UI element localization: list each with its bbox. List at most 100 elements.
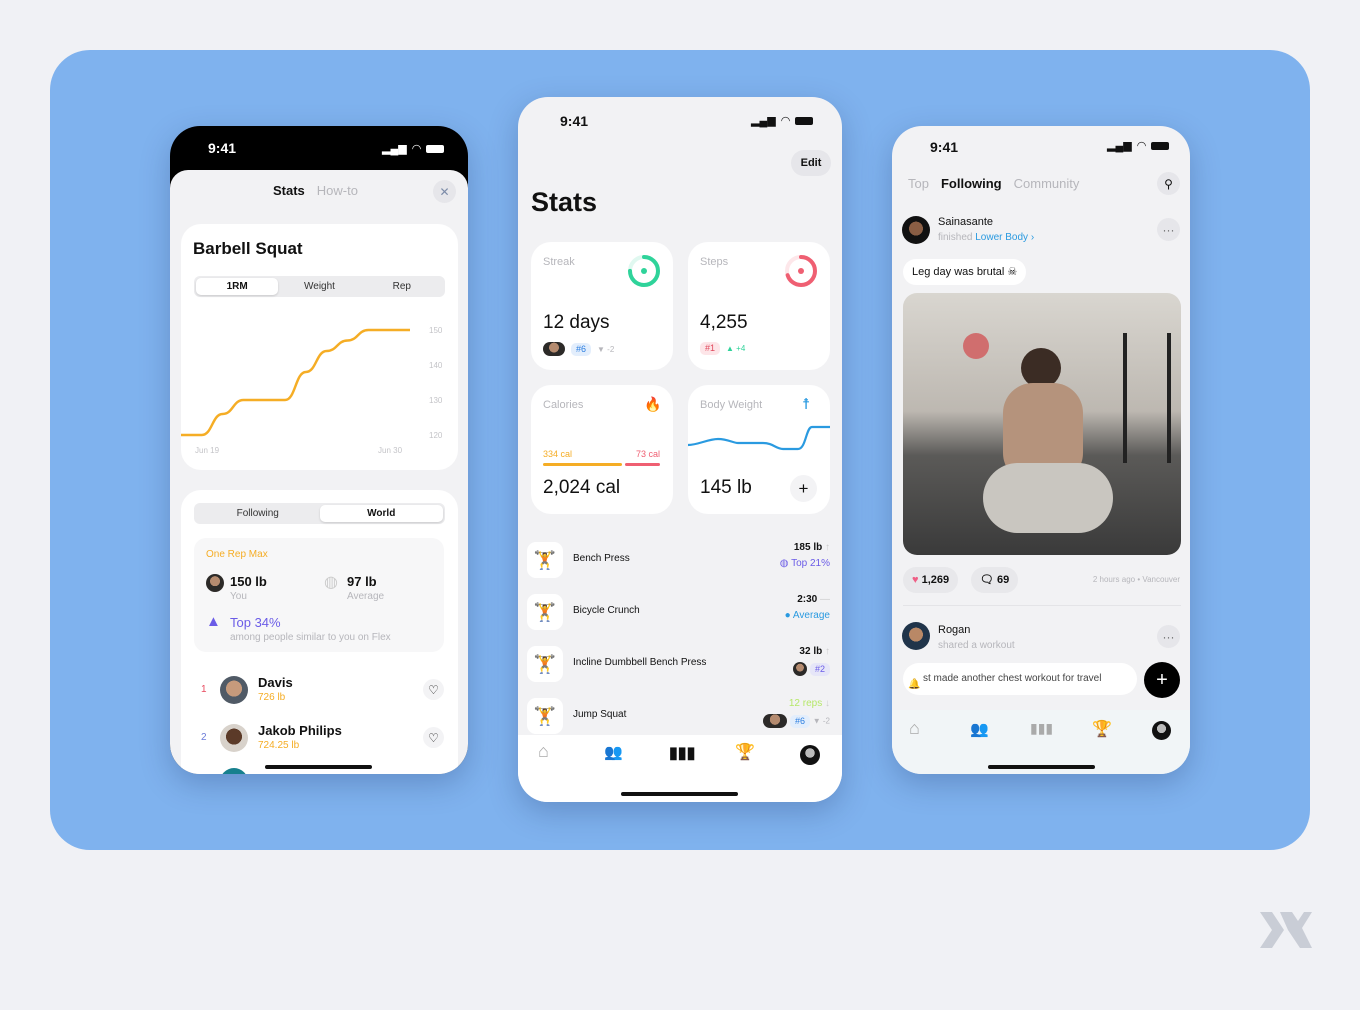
exercise-value: 12 reps [788,698,823,709]
person-icon: ☨ [802,396,811,413]
steps-card[interactable]: Steps 4,255 #1 ▲ +4 [688,242,830,370]
exercise-list: 🏋 Bench Press 185 lb ↑ ◍ Top 21% 🏋 Bicycl… [518,534,842,744]
like-button[interactable]: ♡ [423,679,444,700]
exercise-thumbnail: 🏋 [527,646,563,682]
page-title: Stats [531,187,598,217]
segment-1rm[interactable]: 1RM [196,278,279,295]
post-author-name[interactable]: Rogan [938,624,970,636]
more-icon: ··· [1162,222,1175,237]
friend-avatar [793,662,808,676]
tab-profile[interactable] [1152,721,1171,740]
globe-icon: ◍ [779,558,789,569]
tab-how-to[interactable]: How-to [317,183,358,198]
calories-value: 2,024 cal [543,477,621,498]
comment-icon: 🗨 [980,574,994,586]
body-weight-sparkline [688,425,830,451]
post-verb: shared a workout [938,640,1015,651]
leader-row[interactable]: 1 Davis 726 lb ♡ [181,672,458,712]
segment-weight[interactable]: Weight [278,278,360,295]
notification-bell-icon[interactable]: 🔔 [908,679,920,690]
segment-world[interactable]: World [319,505,443,522]
tab-trophy[interactable]: 🏆 [735,742,755,762]
more-button[interactable]: ··· [1157,625,1180,648]
flame-icon: 🔥 [644,396,662,412]
post-photo[interactable] [903,293,1181,555]
home-indicator [621,792,738,796]
workout-link[interactable]: Lower Body › [975,232,1034,243]
leader-value: 724.25 lb [258,740,300,751]
heart-icon: ♥ [912,574,919,586]
segment-rep[interactable]: Rep [361,278,443,295]
body-weight-value: 145 lb [700,477,752,498]
y-tick-label: 140 [429,361,443,370]
exercise-row[interactable]: 🏋 Bench Press 185 lb ↑ ◍ Top 21% [518,534,842,586]
trend-icon: — [820,594,830,605]
post-author-avatar[interactable] [902,216,930,244]
exercise-name: Bicycle Crunch [573,605,640,616]
average-label: Average [347,591,385,602]
leader-avatar [220,724,248,752]
steps-ring-icon [785,255,817,287]
calories-card[interactable]: Calories 🔥 334 cal 73 cal 2,024 cal [531,385,673,514]
post-author-avatar[interactable] [902,622,930,650]
exercise-thumbnail: 🏋 [527,698,563,734]
calories-consumed-bar [543,463,622,466]
tab-community[interactable]: Community [1014,176,1080,191]
exercise-row[interactable]: 🏋 Bicycle Crunch 2:30 — ● Average [518,586,842,638]
one-rep-max-line [181,328,410,437]
calories-burned: 73 cal [635,449,660,459]
close-button[interactable]: ✕ [433,180,456,203]
wifi-icon: ◠ [780,115,791,127]
leaderboard-scope-control: Following World [194,503,445,524]
tab-stats[interactable]: ▮▮▮ [669,743,695,763]
exercise-name: Incline Dumbbell Bench Press [573,657,707,668]
streak-card[interactable]: Streak 12 days #6 ▼ -2 [531,242,673,370]
tab-trophy[interactable]: 🏆 [1092,719,1112,739]
feed-phone: 9:41 ▂▄▆ ◠ Top Following Community ⚲ Sain… [892,126,1190,774]
edit-button[interactable]: Edit [791,150,831,176]
calories-label: Calories [543,399,584,411]
status-time: 9:41 [208,140,237,156]
like-count-button[interactable]: ♥ 1,269 [903,567,959,593]
post-meta: 2 hours ago • Vancouver [1092,575,1180,584]
user-avatar [206,574,224,592]
tab-top[interactable]: Top [908,176,929,191]
streak-value: 12 days [543,312,610,333]
streak-change: ▼ -2 [597,344,615,354]
leader-value: 726 lb [258,692,286,703]
friends-avatars [543,342,565,356]
search-button[interactable]: ⚲ [1157,172,1180,195]
body-weight-card[interactable]: Body Weight ☨ 145 lb + [688,385,830,514]
divider [903,605,1181,606]
leader-row[interactable]: 2 Jakob Philips 724.25 lb ♡ [181,720,458,760]
post-author-name[interactable]: Sainasante [938,216,993,228]
leader-rank: 2 [201,732,207,743]
x-start-label: Jun 19 [195,446,220,455]
you-label: You [230,591,247,602]
ring-center [641,268,647,274]
stats-dashboard-phone: 9:41 ▂▄▆ ◠ Edit Stats Streak 12 days #6 ▼… [518,97,842,802]
add-weight-button[interactable]: + [790,475,817,502]
comment-count-button[interactable]: 🗨 69 [971,567,1019,593]
steps-label: Steps [700,256,729,268]
tab-home[interactable]: ⌂ [538,741,549,762]
segment-following[interactable]: Following [196,505,320,522]
steps-value: 4,255 [700,312,748,333]
globe-icon: ◍ [324,574,338,591]
tab-friends[interactable]: 👥 [970,720,989,738]
exercise-row[interactable]: 🏋 Incline Dumbbell Bench Press 32 lb ↑ #… [518,638,842,690]
heart-icon: ♡ [428,730,439,745]
steps-rank-badge: #1 [700,342,721,355]
tab-home[interactable]: ⌂ [909,718,920,739]
body-weight-label: Body Weight [700,399,763,411]
like-button[interactable]: ♡ [423,727,444,748]
steps-change: ▲ +4 [726,344,746,353]
create-post-button[interactable]: + [1144,662,1180,698]
exercise-rank-badge: #6 [789,714,810,728]
tab-profile[interactable] [800,745,820,765]
tab-stats[interactable]: Stats [273,183,305,198]
more-button[interactable]: ··· [1157,218,1180,241]
tab-following[interactable]: Following [941,176,1002,191]
tab-friends[interactable]: 👥 [604,743,623,761]
tab-stats[interactable]: ▮▮▮ [1030,720,1053,737]
